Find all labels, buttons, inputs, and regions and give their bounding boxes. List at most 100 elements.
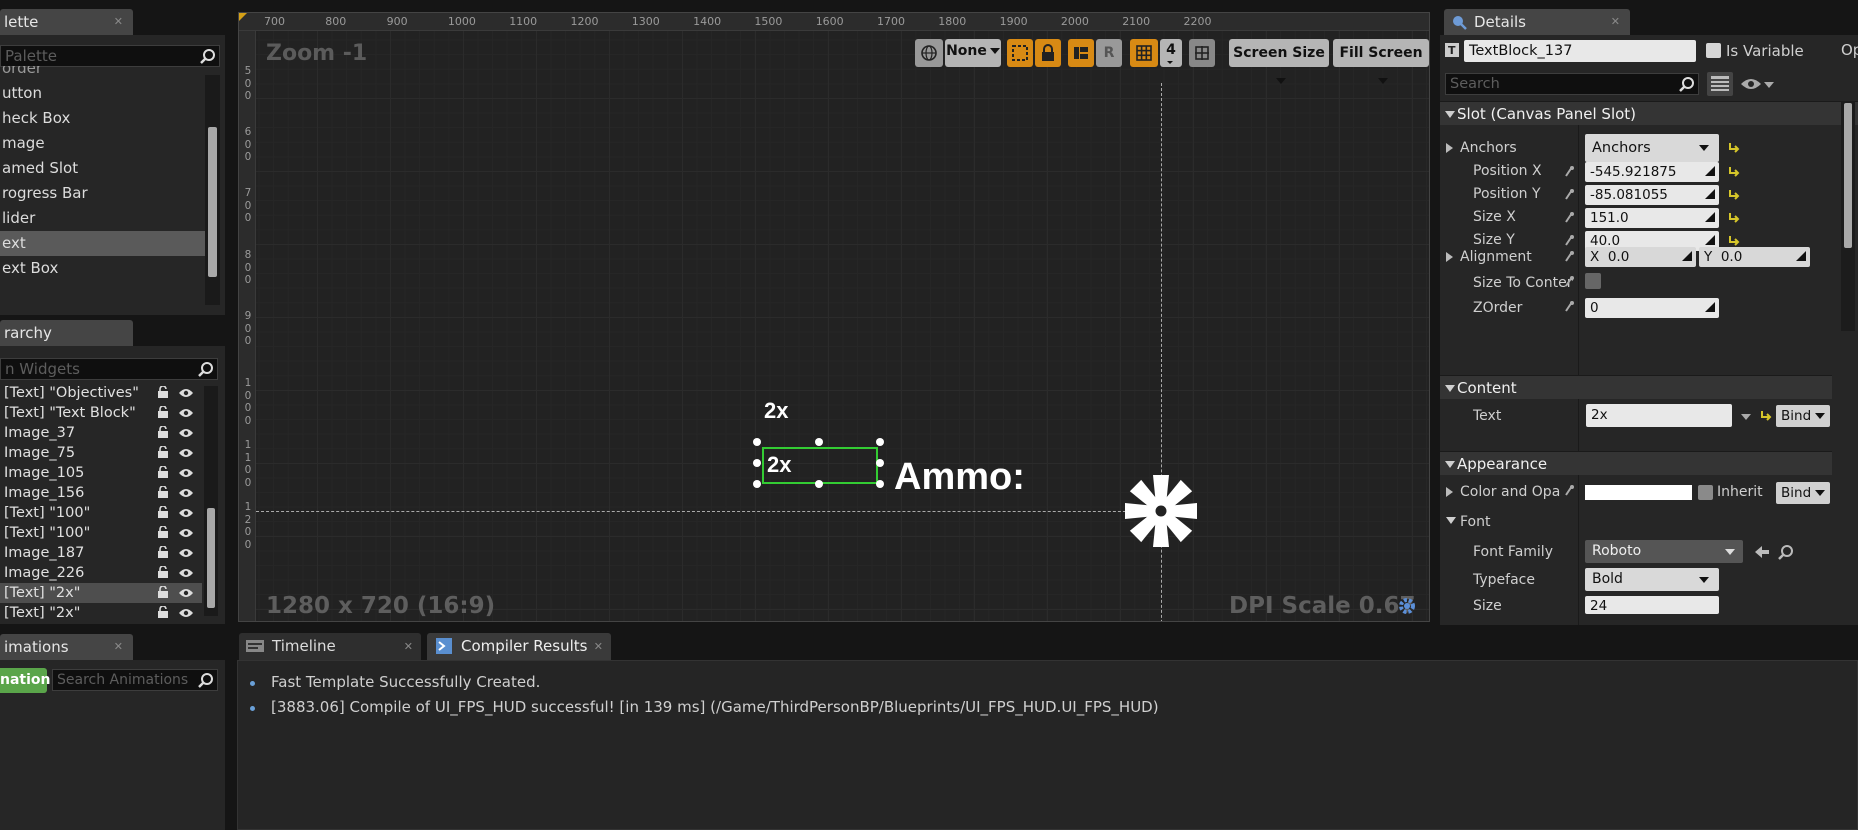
eye-icon[interactable]: [178, 467, 194, 479]
globe-button[interactable]: [915, 39, 943, 67]
property-binding-icon[interactable]: [1564, 300, 1574, 312]
outline-toggle[interactable]: [1007, 39, 1033, 67]
lock-icon[interactable]: [157, 486, 169, 498]
hierarchy-item[interactable]: [Text] "100": [0, 503, 202, 523]
hierarchy-search-input[interactable]: n Widgets: [0, 358, 218, 380]
slot-section-header[interactable]: Slot (Canvas Panel Slot): [1440, 101, 1858, 125]
eye-icon[interactable]: [178, 607, 194, 619]
property-binding-icon[interactable]: [1564, 188, 1574, 200]
palette-item[interactable]: heck Box: [0, 106, 205, 131]
visibility-filter-button[interactable]: [1738, 72, 1774, 96]
property-binding-icon[interactable]: [1564, 165, 1574, 177]
expand-arrow-icon[interactable]: [1446, 487, 1453, 497]
lock-icon[interactable]: [157, 606, 169, 618]
scrollbar-thumb[interactable]: [207, 508, 215, 608]
resize-handle[interactable]: [876, 480, 884, 488]
screen-size-dropdown[interactable]: Screen Size: [1229, 39, 1329, 67]
eye-icon[interactable]: [178, 547, 194, 559]
palette-tab[interactable]: lette ✕: [0, 9, 133, 35]
property-binding-icon[interactable]: [1564, 275, 1574, 287]
arrow-left-icon[interactable]: [1754, 545, 1770, 559]
grid-size-dropdown[interactable]: 4: [1160, 39, 1182, 67]
resize-handle[interactable]: [876, 459, 884, 467]
animations-search-input[interactable]: Search Animations: [52, 669, 218, 691]
property-matrix-button[interactable]: [1707, 72, 1733, 96]
hierarchy-tab[interactable]: rarchy: [0, 320, 133, 346]
palette-item[interactable]: mage: [0, 131, 205, 156]
zorder-field[interactable]: 0: [1585, 298, 1719, 318]
lock-icon[interactable]: [157, 406, 169, 418]
resize-button[interactable]: [1189, 39, 1215, 67]
reset-arrow-icon[interactable]: [1760, 409, 1772, 421]
reset-arrow-icon[interactable]: [1728, 234, 1740, 246]
close-icon[interactable]: ✕: [404, 633, 413, 660]
alignment-y-field[interactable]: Y 0.0: [1699, 247, 1810, 267]
eye-icon[interactable]: [178, 507, 194, 519]
alignment-x-field[interactable]: X 0.0: [1585, 247, 1696, 267]
hierarchy-item[interactable]: [Text] "Objectives": [0, 383, 202, 403]
close-icon[interactable]: ✕: [114, 634, 123, 660]
resize-handle[interactable]: [753, 459, 761, 467]
color-swatch[interactable]: [1585, 485, 1692, 500]
palette-item[interactable]: lider: [0, 206, 205, 231]
hierarchy-item[interactable]: Image_226: [0, 563, 202, 583]
bottom-tab-compiler-results[interactable]: Compiler Results ✕: [427, 633, 611, 660]
property-binding-icon[interactable]: [1564, 250, 1574, 262]
reset-arrow-icon[interactable]: [1728, 188, 1740, 200]
eye-icon[interactable]: [178, 567, 194, 579]
size-x-field[interactable]: 151.0: [1585, 208, 1719, 228]
close-icon[interactable]: ✕: [114, 9, 123, 35]
eye-icon[interactable]: [178, 487, 194, 499]
resize-handle[interactable]: [753, 480, 761, 488]
lock-toggle[interactable]: [1035, 39, 1061, 67]
resize-handle[interactable]: [753, 438, 761, 446]
lock-icon[interactable]: [157, 466, 169, 478]
lock-icon[interactable]: [157, 526, 169, 538]
lock-icon[interactable]: [157, 426, 169, 438]
lock-icon[interactable]: [157, 566, 169, 578]
gear-icon[interactable]: [1396, 595, 1418, 617]
lock-icon[interactable]: [157, 586, 169, 598]
appearance-section-header[interactable]: Appearance: [1440, 451, 1832, 475]
layout-toggle[interactable]: [1068, 39, 1094, 67]
resize-handle[interactable]: [876, 438, 884, 446]
is-variable-checkbox[interactable]: [1706, 43, 1721, 58]
palette-item[interactable]: rogress Bar: [0, 181, 205, 206]
eye-icon[interactable]: [178, 407, 194, 419]
selected-text-widget-box[interactable]: 2x: [762, 447, 878, 484]
hierarchy-item[interactable]: Image_156: [0, 483, 202, 503]
position-x-field[interactable]: -545.921875: [1585, 162, 1719, 182]
close-icon[interactable]: ✕: [594, 633, 603, 660]
hierarchy-item[interactable]: Image_187: [0, 543, 202, 563]
lock-icon[interactable]: [157, 386, 169, 398]
content-section-header[interactable]: Content: [1440, 375, 1832, 399]
reset-arrow-icon[interactable]: [1728, 211, 1740, 223]
palette-item[interactable]: amed Slot: [0, 156, 205, 181]
hierarchy-item[interactable]: [Text] "2x": [0, 583, 202, 603]
color-bind-button[interactable]: Bind: [1776, 482, 1830, 504]
browse-search-icon[interactable]: [1778, 544, 1794, 560]
eye-icon[interactable]: [178, 447, 194, 459]
respect-locks-button[interactable]: R: [1096, 39, 1122, 67]
lock-icon[interactable]: [157, 546, 169, 558]
position-y-field[interactable]: -85.081055: [1585, 185, 1719, 205]
lock-icon[interactable]: [157, 446, 169, 458]
details-tab[interactable]: Details ✕: [1444, 9, 1630, 35]
hierarchy-item[interactable]: [Text] "Text Block": [0, 403, 202, 423]
eye-icon[interactable]: [178, 427, 194, 439]
animations-tab[interactable]: imations ✕: [0, 634, 133, 660]
localization-dropdown[interactable]: None: [945, 39, 1001, 67]
eye-icon[interactable]: [178, 387, 194, 399]
hierarchy-item[interactable]: Image_105: [0, 463, 202, 483]
fill-screen-dropdown[interactable]: Fill Screen: [1333, 39, 1429, 67]
hierarchy-scrollbar[interactable]: [204, 386, 218, 616]
lock-icon[interactable]: [157, 506, 169, 518]
caret-down-icon[interactable]: [1741, 414, 1751, 420]
expand-arrow-icon[interactable]: [1446, 252, 1453, 262]
widget-name-field[interactable]: TextBlock_137: [1464, 40, 1696, 62]
anchor-flower-icon[interactable]: [1120, 470, 1202, 552]
ammo-text-widget[interactable]: Ammo:: [894, 456, 1025, 499]
reset-arrow-icon[interactable]: [1728, 141, 1740, 153]
collapse-arrow-icon[interactable]: [1446, 517, 1456, 524]
palette-item[interactable]: ext Box: [0, 256, 205, 281]
